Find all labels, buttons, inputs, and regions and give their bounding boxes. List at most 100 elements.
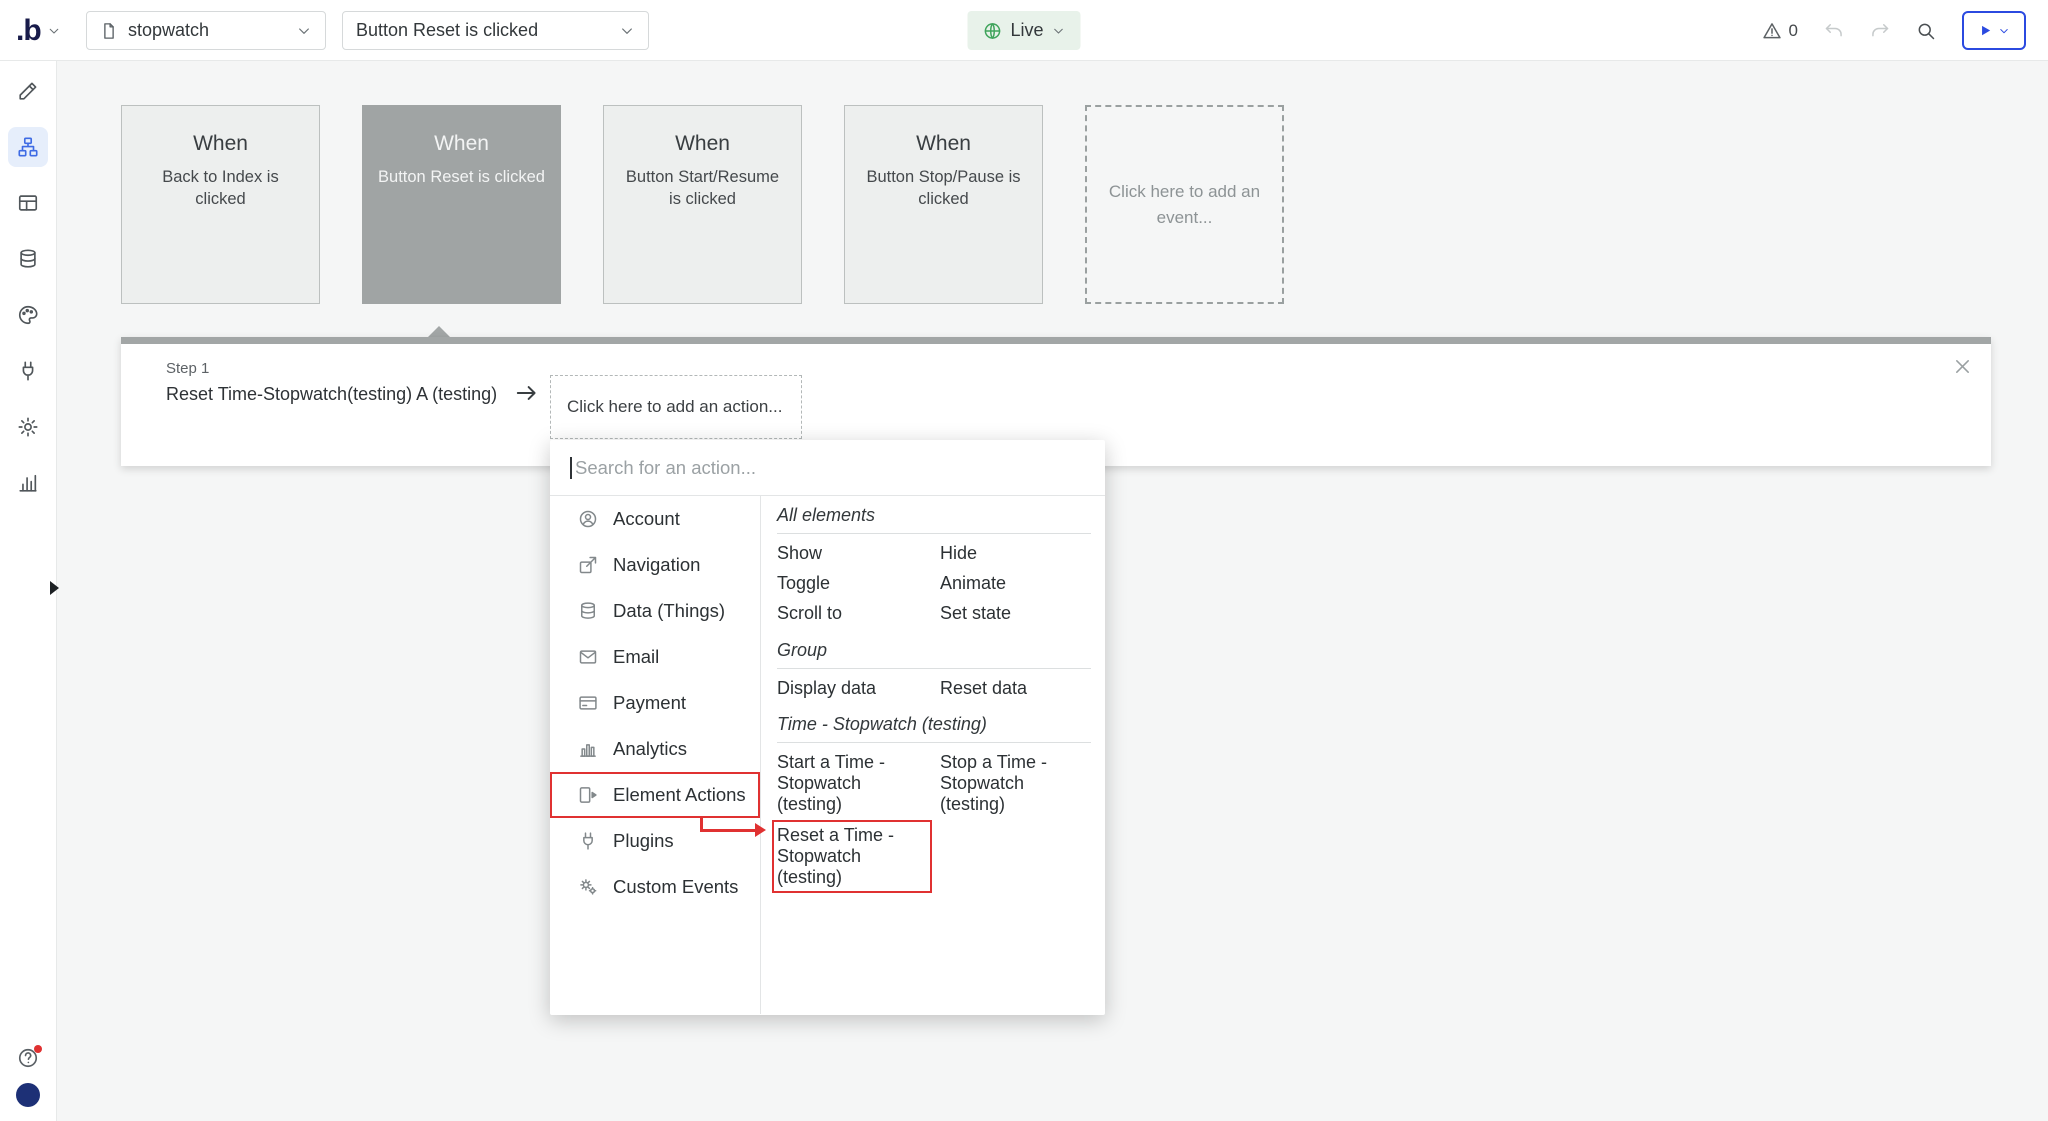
sidebar-item-design[interactable] (8, 71, 48, 111)
category-label: Payment (613, 692, 686, 714)
gear-icon (17, 416, 39, 438)
event-card-subtitle: Back to Index is clicked (122, 166, 319, 211)
analytics-icon (578, 739, 598, 759)
card-icon (578, 693, 598, 713)
sidebar-item-plugins[interactable] (8, 351, 48, 391)
event-selector[interactable]: Button Reset is clicked (342, 11, 649, 50)
sidebar-item-styles[interactable] (8, 295, 48, 335)
category-label: Data (Things) (613, 600, 725, 622)
event-card-title: When (122, 132, 319, 156)
workflow-icon (17, 136, 39, 158)
globe-icon (982, 21, 1002, 41)
undo-button[interactable] (1824, 21, 1844, 41)
add-action-box[interactable]: Click here to add an action... (550, 375, 802, 439)
warning-icon (1762, 21, 1782, 41)
sidebar-expand-handle[interactable] (50, 581, 59, 595)
search-placeholder: Search for an action... (575, 457, 756, 479)
undo-icon (1824, 21, 1844, 41)
action-item-start-a-time-stopwatch-testing[interactable]: Start a Time - Stopwatch (testing) (777, 752, 927, 816)
layout-icon (17, 192, 39, 214)
topbar-actions: 0 (1762, 0, 2026, 61)
sidebar-item-data[interactable] (8, 239, 48, 279)
search-button[interactable] (1916, 21, 1936, 41)
action-item-reset-a-time-stopwatch-testing[interactable]: Reset a Time - Stopwatch (testing) (777, 825, 927, 889)
sidebar-bottom (0, 1047, 56, 1107)
avatar[interactable] (16, 1083, 40, 1107)
redo-button[interactable] (1870, 21, 1890, 41)
action-category-account[interactable]: Account (550, 496, 760, 542)
event-card[interactable]: WhenButton Reset is clicked (362, 105, 561, 304)
event-card-title: When (363, 132, 560, 156)
sidebar-nav (0, 61, 56, 503)
chevron-down-icon (47, 24, 61, 38)
sidebar-item-workflow[interactable] (8, 127, 48, 167)
sidebar (0, 61, 57, 1121)
event-card[interactable]: When Button Start/Resume is clicked (603, 105, 802, 304)
category-label: Element Actions (613, 784, 746, 806)
event-card-title: When (604, 132, 801, 156)
search-icon (1916, 21, 1936, 41)
redo-icon (1870, 21, 1890, 41)
database-icon (578, 601, 598, 621)
live-version-badge[interactable]: Live (967, 11, 1080, 50)
step-title[interactable]: Reset Time-Stopwatch(testing) A (testing… (166, 384, 497, 405)
action-category-element-actions[interactable]: Element Actions (550, 772, 760, 818)
add-event-card[interactable]: Click here to add an event... (1085, 105, 1284, 304)
play-icon (1978, 23, 1993, 38)
action-category-email[interactable]: Email (550, 634, 760, 680)
action-category-payment[interactable]: Payment (550, 680, 760, 726)
action-item-animate[interactable]: Animate (940, 573, 1090, 594)
plug-icon (578, 831, 598, 851)
sidebar-item-responsive[interactable] (8, 183, 48, 223)
action-item-hide[interactable]: Hide (940, 543, 1090, 564)
event-card-subtitle: Button Start/Resume is clicked (604, 166, 801, 211)
database-icon (17, 248, 39, 270)
action-item-set-state[interactable]: Set state (940, 603, 1090, 624)
arrow-right-icon (514, 380, 540, 406)
page-selector[interactable]: stopwatch (86, 11, 326, 50)
text-caret (570, 457, 572, 479)
page-icon (100, 22, 118, 40)
issues-indicator[interactable]: 0 (1762, 21, 1798, 41)
action-category-data-things[interactable]: Data (Things) (550, 588, 760, 634)
close-icon[interactable] (1952, 356, 1973, 377)
account-icon (578, 509, 598, 529)
chevron-down-icon (296, 23, 312, 39)
action-category-plugins[interactable]: Plugins (550, 818, 760, 864)
gears-icon (578, 877, 598, 897)
step-label: Step 1 (166, 360, 209, 377)
action-category-custom-events[interactable]: Custom Events (550, 864, 760, 910)
category-label: Account (613, 508, 680, 530)
chevron-down-icon (619, 23, 635, 39)
action-category-analytics[interactable]: Analytics (550, 726, 760, 772)
live-label: Live (1010, 20, 1043, 41)
action-menu-categories: Account Navigation Data (Things) Email Payme… (550, 496, 761, 1014)
plug-icon (17, 360, 39, 382)
action-item-scroll-to[interactable]: Scroll to (777, 603, 927, 624)
palette-icon (17, 304, 39, 326)
category-label: Plugins (613, 830, 674, 852)
sidebar-item-settings[interactable] (8, 407, 48, 447)
action-item-toggle[interactable]: Toggle (777, 573, 927, 594)
chevron-down-icon (1052, 24, 1066, 38)
bubble-logo[interactable]: .b (16, 0, 61, 61)
event-card-title: When (845, 132, 1042, 156)
event-card[interactable]: When Back to Index is clicked (121, 105, 320, 304)
preview-button[interactable] (1962, 11, 2026, 50)
action-menu-body: Account Navigation Data (Things) Email Payme… (550, 496, 1105, 1014)
event-card[interactable]: WhenButton Stop/Pause is clicked (844, 105, 1043, 304)
page-selector-value: stopwatch (128, 20, 209, 41)
action-section-header: Time - Stopwatch (testing) (777, 709, 1091, 743)
action-item-reset-data[interactable]: Reset data (940, 678, 1090, 699)
sidebar-item-logs[interactable] (8, 463, 48, 503)
action-category-navigation[interactable]: Navigation (550, 542, 760, 588)
help-button[interactable] (17, 1047, 39, 1069)
panel-top-bar (121, 337, 1991, 344)
action-search-input[interactable]: Search for an action... (550, 440, 1105, 496)
events-row: When Back to Index is clicked WhenButton R… (121, 105, 1284, 304)
workflow-canvas: When Back to Index is clicked WhenButton R… (57, 61, 2048, 1121)
action-item-display-data[interactable]: Display data (777, 678, 927, 699)
action-item-show[interactable]: Show (777, 543, 927, 564)
element-icon (578, 785, 598, 805)
action-item-stop-a-time-stopwatch-testing[interactable]: Stop a Time - Stopwatch (testing) (940, 752, 1090, 816)
